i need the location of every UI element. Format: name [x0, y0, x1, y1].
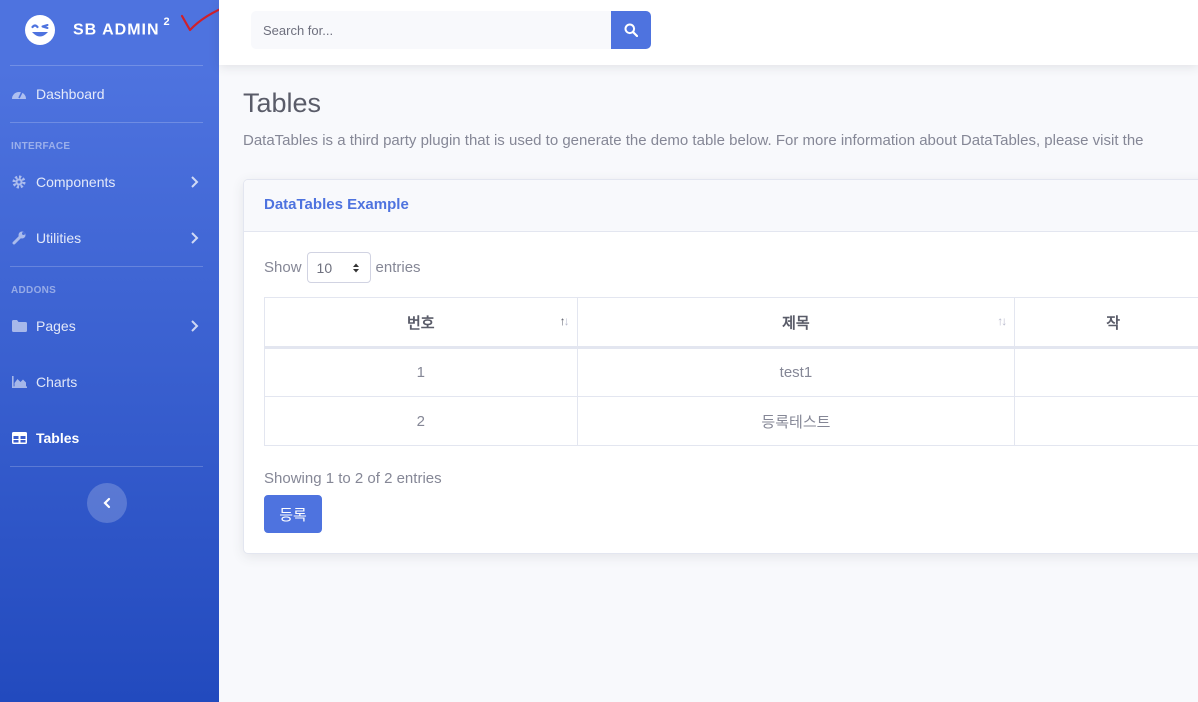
- folder-icon: [11, 318, 27, 334]
- page-description: DataTables is a third party plugin that …: [243, 132, 1144, 149]
- column-header-title[interactable]: 제목 ↑↓: [576, 297, 1016, 349]
- search-icon: [624, 23, 638, 37]
- sort-arrows-icon: [352, 263, 359, 273]
- sidebar-item-components[interactable]: Components: [0, 162, 219, 202]
- card-title: DataTables Example: [264, 196, 409, 213]
- column-header-label: 작: [1106, 314, 1121, 332]
- search-input[interactable]: [251, 11, 611, 49]
- chevron-right-icon: [191, 320, 199, 332]
- sort-icon: ↑↓: [997, 314, 1007, 328]
- column-header-author[interactable]: 작: [1014, 297, 1198, 349]
- search-button[interactable]: [611, 11, 651, 49]
- wrench-icon: [11, 230, 27, 246]
- chevron-left-icon: [103, 497, 111, 509]
- sidebar-heading-addons: ADDONS: [11, 285, 57, 296]
- table-cell[interactable]: 등록테스트: [576, 396, 1016, 446]
- sidebar-item-label: Pages: [36, 318, 76, 334]
- sidebar-divider: [10, 122, 203, 123]
- table-cell[interactable]: test1: [576, 347, 1016, 397]
- sidebar-divider: [10, 266, 203, 267]
- entries-label: entries: [375, 259, 421, 276]
- page-length-control: Show 10 entries: [264, 252, 421, 283]
- column-header-label: 제목: [782, 314, 810, 332]
- table-row[interactable]: 1 test1: [264, 347, 1198, 397]
- page-length-value: 10: [316, 259, 333, 276]
- data-table: 번호 ↑↓ 제목 ↑↓ 작 1 test1 2 등록테스트: [264, 297, 1198, 446]
- table-info: Showing 1 to 2 of 2 entries: [264, 470, 442, 487]
- sidebar-toggle-button[interactable]: [87, 483, 127, 523]
- table-cell: 2: [264, 396, 578, 446]
- page-title: Tables: [243, 88, 322, 118]
- show-label: Show: [264, 259, 302, 276]
- register-button[interactable]: 등록: [264, 495, 322, 533]
- topbar: [219, 0, 1198, 65]
- sidebar-item-dashboard[interactable]: Dashboard: [0, 74, 219, 114]
- table-cell: 1: [264, 347, 578, 397]
- tachometer-icon: [11, 86, 27, 102]
- table-row[interactable]: 2 등록테스트: [264, 396, 1198, 446]
- datatable-card: DataTables Example Show 10 entries 번호 ↑↓…: [243, 179, 1198, 554]
- table-header-row: 번호 ↑↓ 제목 ↑↓ 작: [264, 297, 1198, 349]
- column-header-label: 번호: [406, 314, 435, 332]
- sidebar-item-charts[interactable]: Charts: [0, 362, 219, 402]
- gear-icon: [11, 174, 27, 190]
- sidebar-heading-interface: INTERFACE: [11, 141, 71, 152]
- table-cell: [1014, 396, 1198, 446]
- search-bar: [251, 11, 651, 49]
- sidebar-item-label: Components: [36, 174, 116, 190]
- chart-area-icon: [11, 374, 27, 390]
- sidebar-item-pages[interactable]: Pages: [0, 306, 219, 346]
- sidebar-item-tables[interactable]: Tables: [0, 418, 219, 458]
- table-icon: [11, 430, 27, 446]
- table-cell: [1014, 347, 1198, 397]
- sidebar-item-utilities[interactable]: Utilities: [0, 218, 219, 258]
- brand-title: SB ADMIN 2: [73, 16, 171, 39]
- sidebar-item-label: Dashboard: [36, 86, 105, 102]
- sort-ascending-icon: ↑↓: [559, 314, 570, 328]
- column-header-number[interactable]: 번호 ↑↓: [264, 297, 578, 349]
- sidebar-item-label: Utilities: [36, 230, 82, 246]
- sidebar-item-label: Charts: [36, 374, 78, 390]
- sidebar: SB ADMIN 2 Dashboard INTERFACE Components…: [0, 0, 232, 702]
- sidebar-item-label: Tables: [36, 430, 80, 446]
- chevron-right-icon: [191, 232, 199, 244]
- sidebar-divider: [10, 466, 203, 467]
- laugh-wink-icon: [25, 15, 55, 45]
- card-header: DataTables Example: [244, 180, 1198, 232]
- chevron-right-icon: [191, 176, 199, 188]
- page-length-select[interactable]: 10: [306, 252, 371, 283]
- sidebar-divider: [10, 65, 203, 66]
